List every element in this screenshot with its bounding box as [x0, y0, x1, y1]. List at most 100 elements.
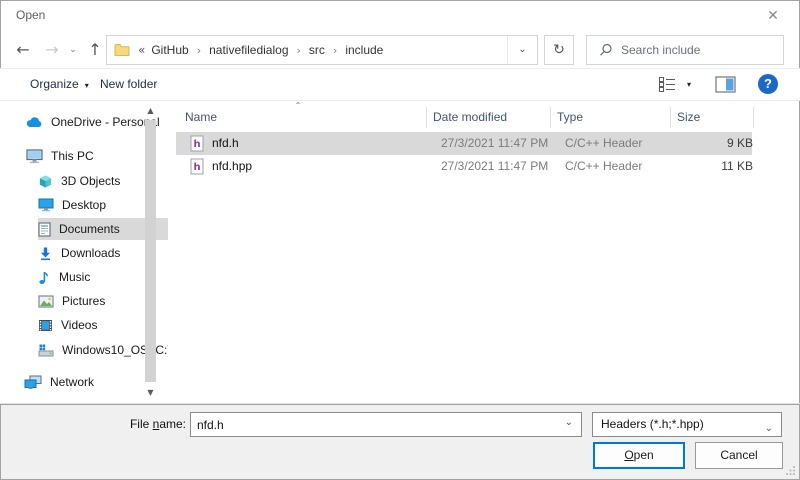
chevron-down-icon: ▾ — [687, 80, 691, 89]
refresh-button[interactable]: ↻ — [544, 35, 574, 65]
cpp-header-file-icon: h — [190, 158, 204, 175]
recent-locations-button[interactable]: ⌄ — [64, 36, 82, 64]
chevron-down-icon: ⌄ — [69, 45, 77, 55]
file-list: ⌃ Name Date modified Type Size h nfd.h 2… — [168, 101, 784, 403]
close-button[interactable]: ✕ — [760, 4, 786, 28]
back-button[interactable]: ← — [8, 36, 38, 64]
forward-button[interactable]: → — [38, 36, 66, 64]
download-arrow-icon — [38, 246, 53, 261]
cancel-label: Cancel — [720, 448, 757, 462]
file-name-combo: ⌄ — [190, 412, 582, 437]
resize-grip[interactable] — [785, 465, 796, 476]
onedrive-cloud-icon — [26, 116, 43, 128]
breadcrumb-separator-icon: › — [327, 44, 343, 57]
sidebar-item-label: Pictures — [62, 294, 105, 308]
file-date: 27/3/2021 11:47 PM — [441, 155, 548, 178]
organize-button[interactable]: Organize ▾ — [30, 69, 89, 100]
address-bar[interactable]: « GitHub › nativefiledialog › src › incl… — [106, 35, 538, 65]
organize-label: Organize — [30, 77, 79, 91]
sort-ascending-icon: ⌃ — [286, 101, 310, 111]
sidebar-item-label: Music — [59, 270, 90, 284]
hard-drive-icon — [38, 343, 54, 358]
file-row-nfd-hpp[interactable]: h nfd.hpp 27/3/2021 11:47 PM C/C++ Heade… — [176, 155, 752, 178]
views-dropdown-button[interactable]: ▾ — [687, 80, 691, 89]
sidebar-item-label: Downloads — [61, 246, 120, 260]
file-type: C/C++ Header — [565, 155, 642, 178]
sidebar-item-label: Desktop — [62, 198, 106, 212]
scroll-up-icon[interactable]: ▲ — [143, 104, 158, 118]
help-button[interactable]: ? — [758, 74, 778, 94]
file-name-label-pre: File — [130, 417, 153, 431]
file-type-select[interactable]: Headers (*.h;*.hpp) ⌄ — [592, 412, 782, 437]
back-icon: ← — [16, 40, 29, 59]
breadcrumb-item-nativefiledialog[interactable]: nativefiledialog — [207, 43, 290, 57]
document-icon — [38, 222, 51, 237]
title-bar[interactable]: Open ✕ — [0, 0, 800, 32]
breadcrumb-overflow[interactable]: « — [137, 43, 149, 57]
sidebar-scrollbar[interactable]: ▲ ▼ — [143, 104, 158, 400]
column-header-name[interactable]: Name — [185, 105, 217, 129]
file-row-nfd-h[interactable]: h nfd.h 27/3/2021 11:47 PM C/C++ Header … — [176, 132, 752, 155]
scroll-down-icon[interactable]: ▼ — [143, 386, 158, 400]
film-icon — [38, 319, 53, 332]
open-accelerator: O — [624, 448, 633, 462]
cancel-button[interactable]: Cancel — [695, 442, 783, 469]
details-view-icon[interactable] — [658, 76, 677, 92]
column-header-date-modified[interactable]: Date modified — [433, 105, 507, 129]
svg-text:h: h — [193, 162, 200, 173]
open-button[interactable]: Open — [593, 442, 685, 469]
close-icon: ✕ — [767, 8, 779, 24]
file-size: 9 KB — [656, 132, 753, 155]
open-label: pen — [634, 448, 654, 462]
column-divider[interactable] — [550, 107, 551, 128]
command-toolbar: Organize ▾ New folder ▾ ? — [0, 68, 800, 101]
sidebar-item-label: Documents — [59, 222, 120, 236]
forward-icon: → — [45, 40, 58, 59]
file-size: 11 KB — [656, 155, 753, 178]
file-name-input[interactable] — [197, 414, 551, 435]
folder-icon — [114, 43, 131, 57]
network-icon — [24, 375, 42, 390]
new-folder-button[interactable]: New folder — [100, 69, 157, 100]
computer-icon — [26, 149, 43, 164]
chevron-down-icon: ⌄ — [518, 44, 526, 55]
sidebar-item-label: This PC — [51, 149, 94, 163]
chevron-down-icon: ⌄ — [765, 417, 773, 440]
breadcrumb-item-include[interactable]: include — [343, 43, 385, 57]
svg-text:h: h — [193, 139, 200, 150]
sidebar-item-network[interactable]: Network — [24, 371, 162, 393]
help-icon: ? — [764, 76, 772, 91]
desktop-icon — [38, 198, 54, 212]
column-divider[interactable] — [753, 107, 754, 128]
up-button[interactable]: ↑ — [82, 36, 108, 64]
file-name-label: File name: — [0, 417, 186, 431]
chevron-down-icon[interactable]: ⌄ — [565, 417, 573, 428]
picture-icon — [38, 295, 54, 308]
sidebar-item-label: 3D Objects — [61, 174, 120, 188]
cpp-header-file-icon: h — [190, 135, 204, 152]
search-icon — [599, 43, 613, 57]
navigation-pane: OneDrive - Personal This PC 3D Objects D… — [0, 101, 160, 403]
preview-pane-icon[interactable] — [715, 76, 736, 93]
file-name: nfd.hpp — [212, 155, 252, 178]
music-note-icon — [38, 270, 51, 285]
breadcrumb-separator-icon: › — [191, 44, 207, 57]
column-divider[interactable] — [426, 107, 427, 128]
scrollbar-thumb[interactable] — [145, 120, 156, 382]
new-folder-label: New folder — [100, 77, 157, 91]
column-divider[interactable] — [670, 107, 671, 128]
sidebar-item-label: Videos — [61, 318, 97, 332]
breadcrumb-item-github[interactable]: GitHub — [149, 43, 190, 57]
file-name-label-post: ame: — [159, 417, 186, 431]
column-header-size[interactable]: Size — [677, 105, 700, 129]
chevron-down-icon: ▾ — [85, 81, 89, 90]
file-date: 27/3/2021 11:47 PM — [441, 132, 548, 155]
search-box — [586, 35, 784, 65]
sidebar-item-label: Network — [50, 375, 94, 389]
search-input[interactable] — [621, 43, 783, 57]
window-title: Open — [16, 8, 45, 22]
address-dropdown-button[interactable]: ⌄ — [507, 36, 537, 64]
open-file-dialog: Open ✕ ← → ⌄ ↑ « GitHub › nativefiledial… — [0, 0, 800, 480]
breadcrumb-item-src[interactable]: src — [307, 43, 327, 57]
column-header-type[interactable]: Type — [557, 105, 583, 129]
